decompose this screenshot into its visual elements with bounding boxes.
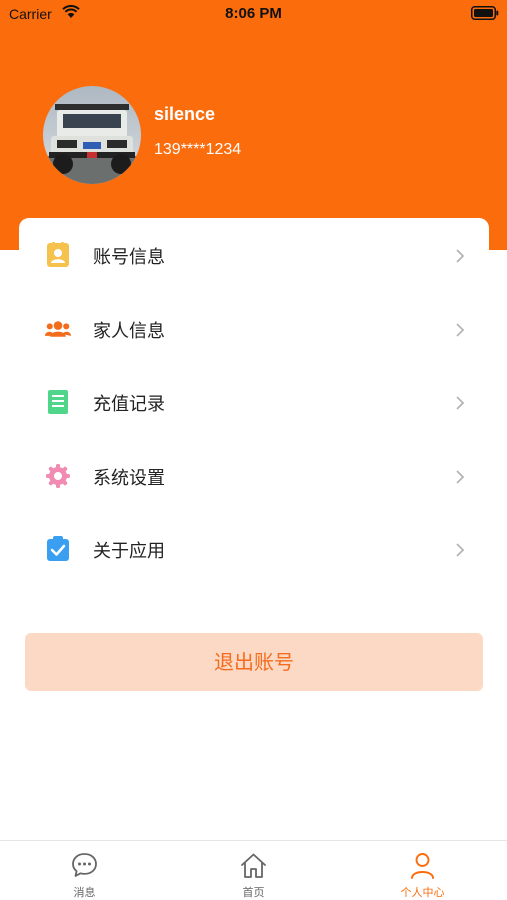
id-card-icon: [47, 242, 69, 267]
battery-icon: [471, 6, 499, 20]
person-icon: [411, 853, 434, 879]
menu-item-label: 账号信息: [93, 247, 165, 268]
gear-icon: [46, 464, 70, 488]
receipt-icon: [48, 390, 68, 414]
menu-item-family-info[interactable]: 家人信息: [19, 298, 489, 358]
menu-item-label: 家人信息: [93, 321, 165, 342]
status-bar: Carrier 8:06 PM: [0, 0, 507, 28]
chevron-right-icon: [456, 470, 465, 484]
profile-header: Carrier 8:06 PM silence 139****1234: [0, 0, 507, 250]
menu-item-about-app[interactable]: 关于应用: [19, 518, 489, 578]
tab-messages[interactable]: 消息: [0, 841, 169, 900]
tab-label: 个人中心: [400, 886, 445, 899]
tab-label: 首页: [242, 886, 265, 899]
menu-item-label: 充值记录: [93, 394, 165, 415]
tab-label: 消息: [73, 886, 96, 899]
menu-item-recharge-records[interactable]: 充值记录: [19, 371, 489, 431]
tab-profile[interactable]: 个人中心: [338, 841, 507, 900]
chevron-right-icon: [456, 396, 465, 410]
users-group-icon: [45, 321, 71, 337]
profile-name: silence: [154, 104, 216, 124]
avatar[interactable]: [43, 86, 141, 184]
tab-home[interactable]: 首页: [169, 841, 338, 900]
avatar-image: [43, 86, 141, 184]
chat-bubble-icon: [72, 853, 97, 877]
menu-item-label: 关于应用: [93, 541, 165, 562]
chevron-right-icon: [456, 249, 465, 263]
tab-bar: 消息 首页 个人中心: [0, 840, 507, 900]
profile-phone: 139****1234: [154, 141, 242, 158]
chevron-right-icon: [456, 323, 465, 337]
logout-button[interactable]: 退出账号: [25, 633, 483, 691]
chevron-right-icon: [456, 543, 465, 557]
menu-item-system-settings[interactable]: 系统设置: [19, 445, 489, 505]
menu-card: 账号信息 家人信息 充值记录 系统设置 关于应用: [19, 218, 489, 590]
menu-item-label: 系统设置: [93, 468, 165, 489]
menu-item-account-info[interactable]: 账号信息: [19, 224, 489, 284]
home-icon: [241, 853, 266, 878]
status-time: 8:06 PM: [225, 5, 282, 22]
clipboard-check-icon: [47, 536, 69, 561]
